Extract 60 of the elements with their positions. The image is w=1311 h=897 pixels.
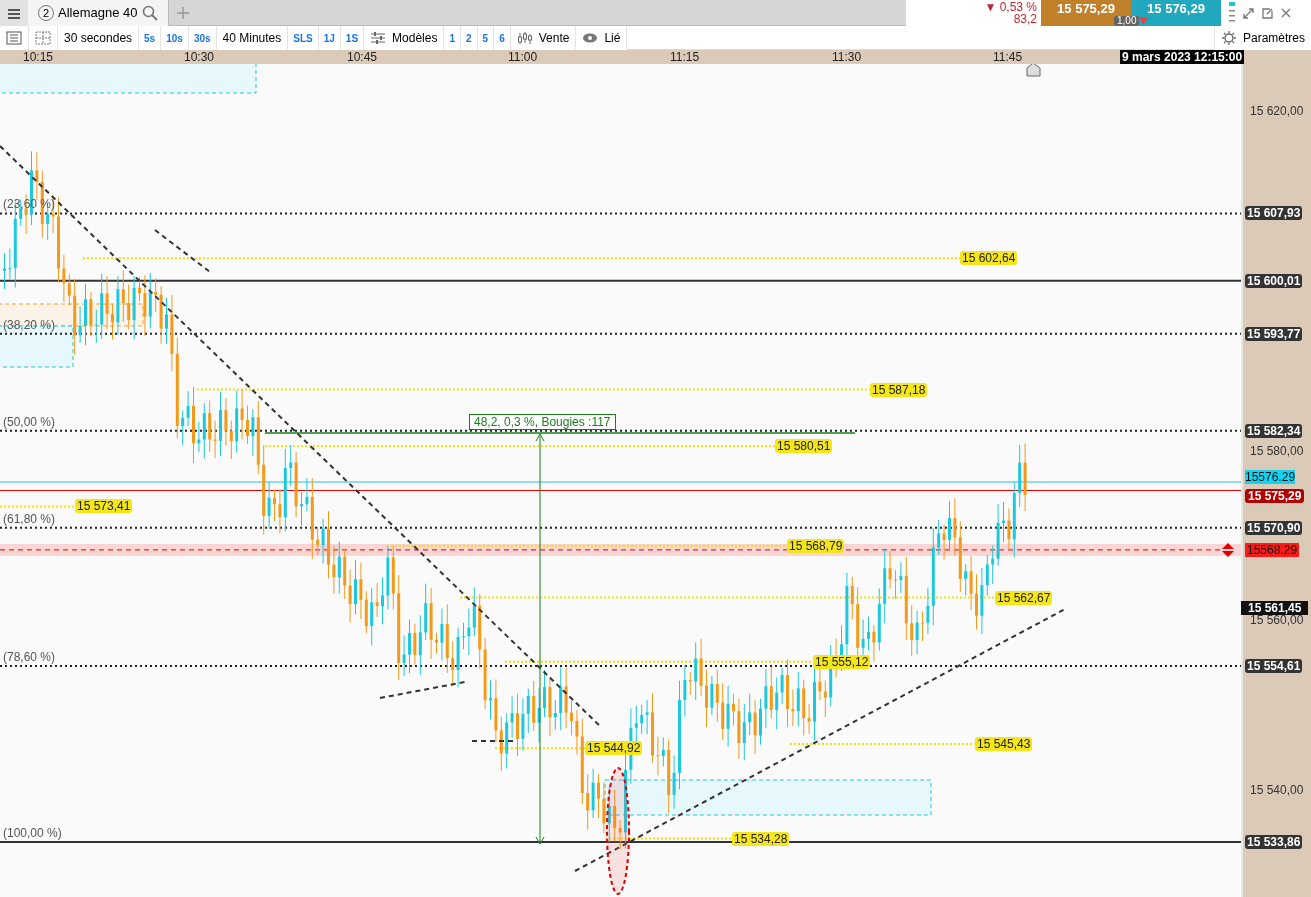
price-marker-label: 15 587,18 (870, 382, 928, 397)
price-tick: 15 580,00 (1250, 443, 1304, 458)
time-label: 10:15 (23, 50, 54, 64)
time-label: 10:30 (184, 50, 215, 64)
fibonacci-label: (78,60 %) (3, 650, 56, 664)
time-label: 11:30 (832, 50, 862, 64)
span-button[interactable]: 40 Minutes (216, 26, 289, 50)
span-shortcut[interactable]: 1S (340, 26, 365, 50)
time-label: 11:00 (508, 50, 538, 64)
price-marker-label: 15 534,28 (732, 831, 790, 846)
price-tick: 15 560,00 (1250, 613, 1304, 628)
price-marker-label: 15 580,51 (775, 439, 833, 454)
price-tick: 15 620,00 (1250, 104, 1304, 118)
sell-button[interactable]: 15 575,29 (1041, 0, 1131, 17)
price-level-label: 15 570,90 (1245, 520, 1303, 535)
price-marker-label: 15 602,64 (960, 251, 1018, 266)
order-price-label: 15568.29 (1245, 542, 1300, 557)
link-button[interactable]: Lié (576, 26, 628, 50)
price-marker-label: 15 544,92 (585, 741, 643, 756)
interval-shortcut[interactable]: 5s (139, 26, 162, 50)
span-shortcut[interactable]: SLS (288, 26, 319, 50)
interval-shortcut[interactable]: 10s (161, 26, 189, 50)
buy-button[interactable]: 15 576,29 (1131, 0, 1221, 17)
price-level-label: 15 533,86 (1245, 835, 1303, 850)
spread-value: 1,00 (1114, 16, 1140, 26)
price-level-label: 15 593,77 (1245, 326, 1303, 341)
price-level-label: 15 582,34 (1245, 423, 1303, 438)
price-marker-label: 15 555,12 (813, 654, 871, 669)
interval-shortcut[interactable]: 30s (188, 26, 217, 50)
fibonacci-label: (100,00 %) (3, 826, 62, 841)
cursor-date: 9 mars 2023 12:15:00 (1120, 50, 1245, 64)
price-marker-label: 15 568,79 (787, 538, 845, 553)
last-price-label: 15 561,45 (1241, 600, 1309, 615)
span-shortcut[interactable]: 1J (318, 26, 341, 50)
ask-price-label: 15576.29 (1245, 470, 1296, 484)
interval-button[interactable]: 30 secondes (58, 26, 140, 50)
measure-label: 48,2, 0,3 %, Bougies :117 (469, 414, 616, 430)
price-level-label: 15 607,93 (1245, 206, 1303, 221)
templates-button[interactable]: Modèles (364, 26, 445, 50)
price-level-label: 15 554,61 (1245, 659, 1303, 673)
fibonacci-label: (61,80 %) (3, 511, 56, 526)
time-label: 10:45 (347, 50, 378, 64)
time-label: 11:15 (670, 50, 700, 64)
price-level-label: 15 600,01 (1245, 273, 1303, 288)
time-label: 11:45 (993, 50, 1023, 64)
price-tick: 15 540,00 (1250, 783, 1304, 797)
mode-button[interactable]: Vente (510, 26, 577, 50)
settings-button[interactable]: Paramètres (1213, 26, 1311, 50)
price-marker-label: 15 562,67 (995, 590, 1053, 605)
template-shortcut[interactable]: 2 (461, 26, 478, 50)
price-change: ▼ 0,53 % (984, 1, 1037, 13)
bid-price-label: 15 575,29 (1245, 489, 1305, 504)
price-marker-label: 15 545,43 (975, 736, 1033, 751)
fibonacci-label: (50,00 %) (3, 414, 56, 429)
points-change: 83,2 (1013, 13, 1037, 25)
template-shortcut[interactable]: 6 (494, 26, 511, 50)
tab-label: Allemagne 40 (58, 4, 138, 23)
tab[interactable]: 2 Allemagne 40 (28, 0, 168, 26)
price-marker-label: 15 573,41 (75, 499, 133, 514)
template-shortcut[interactable]: 1 (444, 26, 461, 50)
